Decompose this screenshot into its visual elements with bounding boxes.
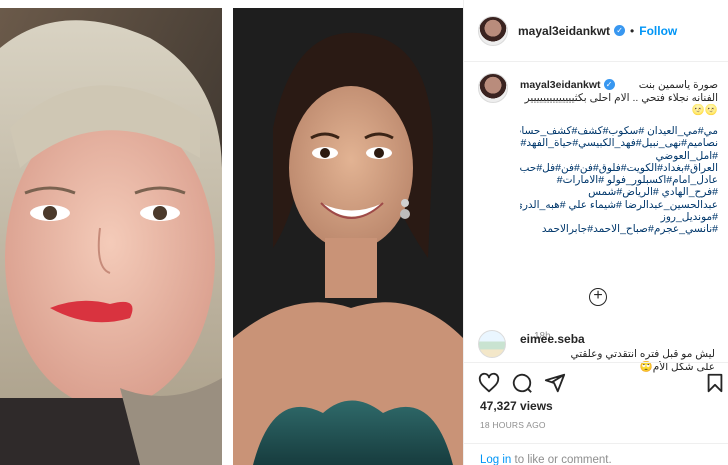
hashtag-line[interactable]: مي#مي_العيدان #سكوب#كشف#كشف_حساب# [520,125,718,137]
verified-badge-icon: ✓ [614,25,626,36]
hashtag-line[interactable]: عبدالحسين_عبدالرضا #شيماء علي #هبه_الدري… [520,199,718,211]
caption-text: mayal3eidankwt ✓ صورة ياسمين بنت الفنانه… [520,79,718,117]
share-icon[interactable] [544,372,566,394]
hashtag-line[interactable]: عادل_امام#اكسبلور_فولو #الامارات# [520,174,718,186]
bookmark-icon[interactable] [704,372,726,394]
hashtag-line[interactable]: #امل_العوضي [520,150,718,162]
post-actions: 47,327 views 18 HOURS AGO Log in to like… [464,362,728,465]
hashtag-line[interactable]: #فرح_الهادي #الرياض#شمس [520,186,718,198]
comment-line: ليش مو قبل فتره انتقدتي وعلقتي [570,348,715,360]
load-more-comments-button[interactable]: + [589,288,607,306]
photo-left-woman-blonde [0,8,222,465]
photo-right-woman-dark-hair [233,8,463,465]
heart-icon[interactable] [478,372,500,394]
author-avatar[interactable] [478,15,508,46]
hashtag-line[interactable]: العراق#بغداد#الكويت#فلوق#فن#فن#فل#حب# [520,162,718,174]
login-prompt-text: to like or comment. [511,454,612,465]
caption-line-3: 🌝🌝 [691,104,718,116]
commenter-avatar[interactable] [478,330,506,358]
post-side-panel: mayal3eidankwt ✓ • Follow mayal3eidankwt… [463,0,728,465]
author-username[interactable]: mayal3eidankwt [518,24,610,38]
caption-hashtags[interactable]: مي#مي_العيدان #سكوب#كشف#كشف_حساب# نصاميم… [520,125,718,236]
follow-button[interactable]: Follow [639,24,677,38]
caption-line-1: صورة ياسمين بنت [638,79,718,91]
post-image[interactable] [0,0,463,465]
caption-line-2: الفنانه نجلاء فتحي .. الام احلى بكثييييي… [524,91,718,104]
caption-verified-icon: ✓ [603,79,615,90]
caption-username-inline[interactable]: mayal3eidankwt [520,79,601,92]
separator-dot: • [630,23,635,38]
comment-icon[interactable] [511,372,533,394]
post-timestamp[interactable]: 18 HOURS AGO [480,420,546,430]
hashtag-line[interactable]: نصاميم#نهى_نبيل#فهد_الكبيسي#حياة_الفهد# [520,137,719,149]
hashtag-line[interactable]: #نانسي_عجرم#صباح_الاحمد#جابرالاحمد [520,223,718,235]
login-prompt: Log in to like or comment. [464,443,728,465]
caption-line: mayal3eidankwt ✓ صورة ياسمين بنت [520,79,718,92]
caption-author-avatar[interactable] [478,73,508,103]
view-count[interactable]: 47,327 views [480,399,553,413]
commenter-username[interactable]: eimee.seba [520,332,585,346]
hashtag-line[interactable]: #مونديل_روز [520,211,718,223]
login-link[interactable]: Log in [480,454,511,465]
post-header: mayal3eidankwt ✓ • Follow [464,0,728,62]
